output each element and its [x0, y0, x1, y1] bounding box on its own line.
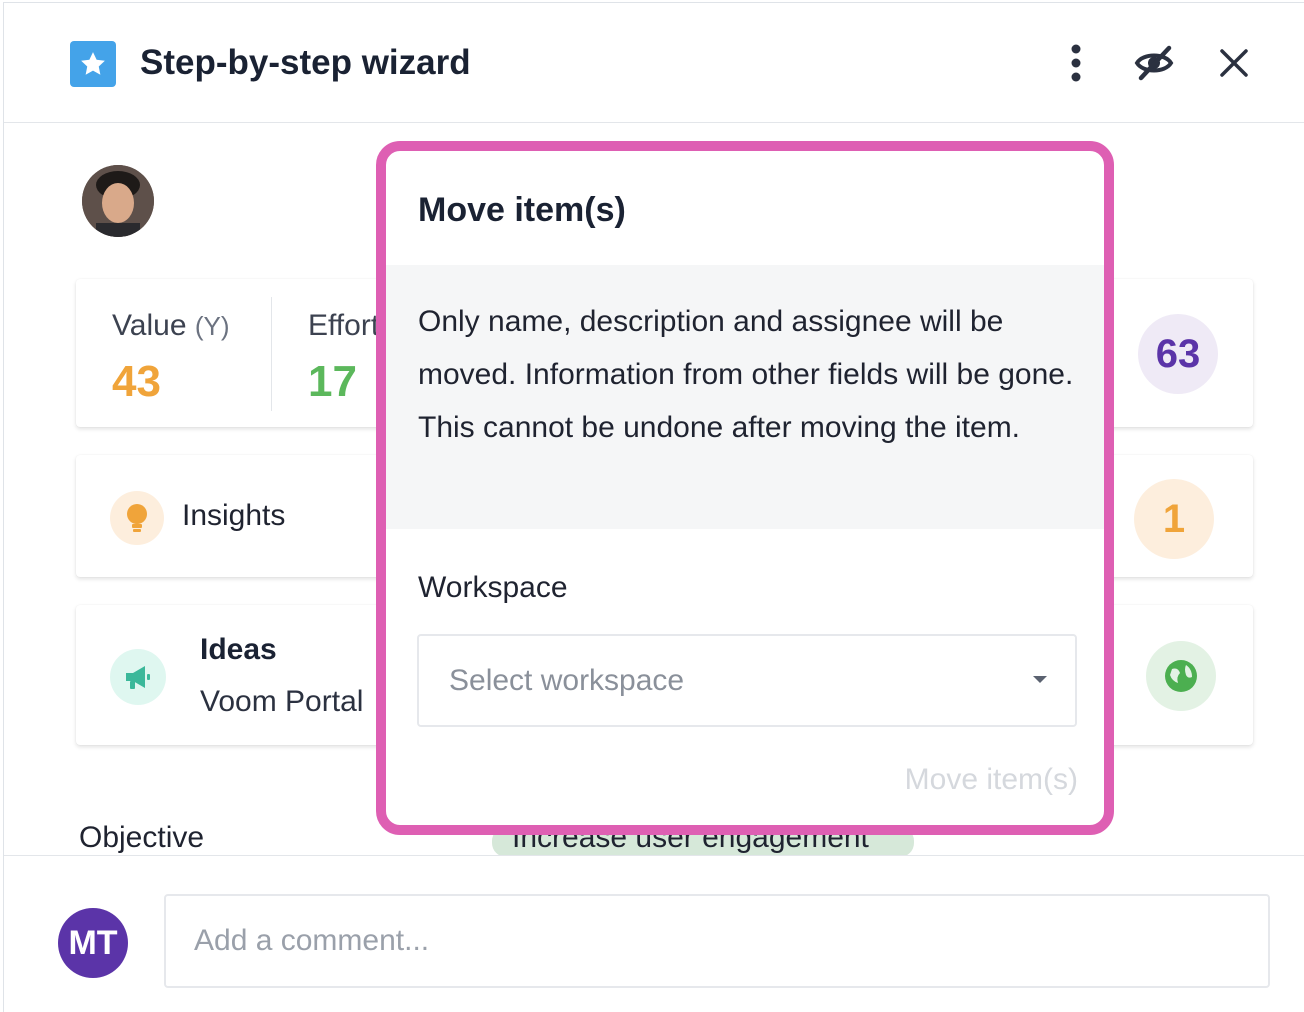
effort-label: Effort [308, 309, 380, 342]
comment-placeholder: Add a comment... [194, 924, 430, 957]
metric-divider [271, 297, 272, 411]
workspace-placeholder: Select workspace [449, 664, 685, 697]
ideas-subtitle: Voom Portal [200, 685, 364, 718]
comment-input[interactable]: Add a comment... [164, 894, 1270, 988]
workspace-select[interactable]: Select workspace [417, 634, 1077, 727]
value-label-text: Value [112, 309, 187, 342]
ideas-title: Ideas [200, 633, 277, 666]
globe-icon[interactable] [1146, 641, 1216, 711]
value-axis-label: (Y) [194, 311, 230, 341]
popup-warning-text: Only name, description and assignee will… [418, 305, 1074, 444]
star-icon [70, 41, 116, 87]
current-user-avatar: MT [58, 908, 128, 978]
comment-footer: MT Add a comment... [4, 855, 1304, 1012]
popup-warning-note: Only name, description and assignee will… [386, 265, 1104, 529]
insights-count-badge: 1 [1134, 479, 1214, 559]
move-items-popup: Move item(s) Only name, description and … [376, 141, 1114, 835]
insights-label: Insights [182, 499, 286, 532]
eye-off-icon[interactable] [1132, 41, 1176, 85]
chevron-down-icon [1033, 676, 1047, 683]
workspace-label: Workspace [418, 571, 568, 604]
lightbulb-icon [110, 491, 164, 545]
objective-label: Objective [79, 821, 205, 854]
assignee-avatar[interactable] [82, 165, 154, 237]
value-label: Value (Y) [112, 309, 230, 343]
megaphone-icon [110, 649, 166, 705]
move-items-button[interactable]: Move item(s) [905, 763, 1078, 797]
more-vertical-icon[interactable] [1054, 41, 1098, 85]
effort-number: 17 [308, 357, 357, 406]
page-title: Step-by-step wizard [140, 43, 471, 82]
value-number: 43 [112, 357, 161, 406]
close-icon[interactable] [1212, 41, 1256, 85]
popup-title: Move item(s) [418, 191, 626, 229]
score-badge: 63 [1138, 314, 1218, 394]
panel-header: Step-by-step wizard [4, 3, 1304, 123]
